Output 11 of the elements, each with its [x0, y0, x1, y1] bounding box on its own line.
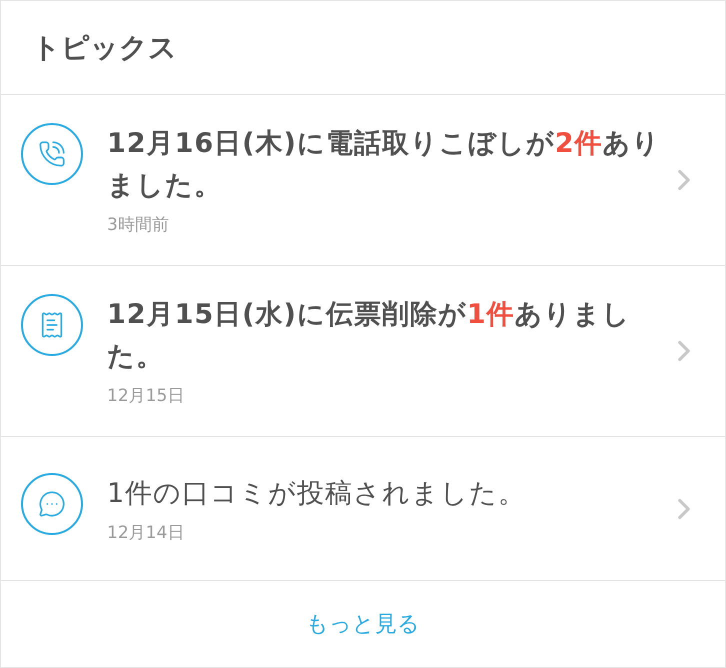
receipt-icon — [21, 294, 83, 356]
phone-icon — [21, 123, 83, 185]
topic-message: 12月16日(木)に電話取りこぼしが2件ありました。 — [107, 127, 662, 203]
section-title: トピックス — [32, 30, 177, 66]
speech-bubble-icon — [21, 472, 83, 534]
more-link[interactable]: もっと見る — [298, 604, 428, 644]
timestamp: 3時間前 — [107, 214, 169, 237]
topic-message: 12月15日(水)に伝票削除が1件ありました。 — [107, 298, 632, 374]
topic-message: 1件の口コミが投稿されました。 — [107, 476, 528, 510]
timestamp: 12月15日 — [107, 385, 184, 408]
timestamp: 12月14日 — [107, 522, 184, 544]
